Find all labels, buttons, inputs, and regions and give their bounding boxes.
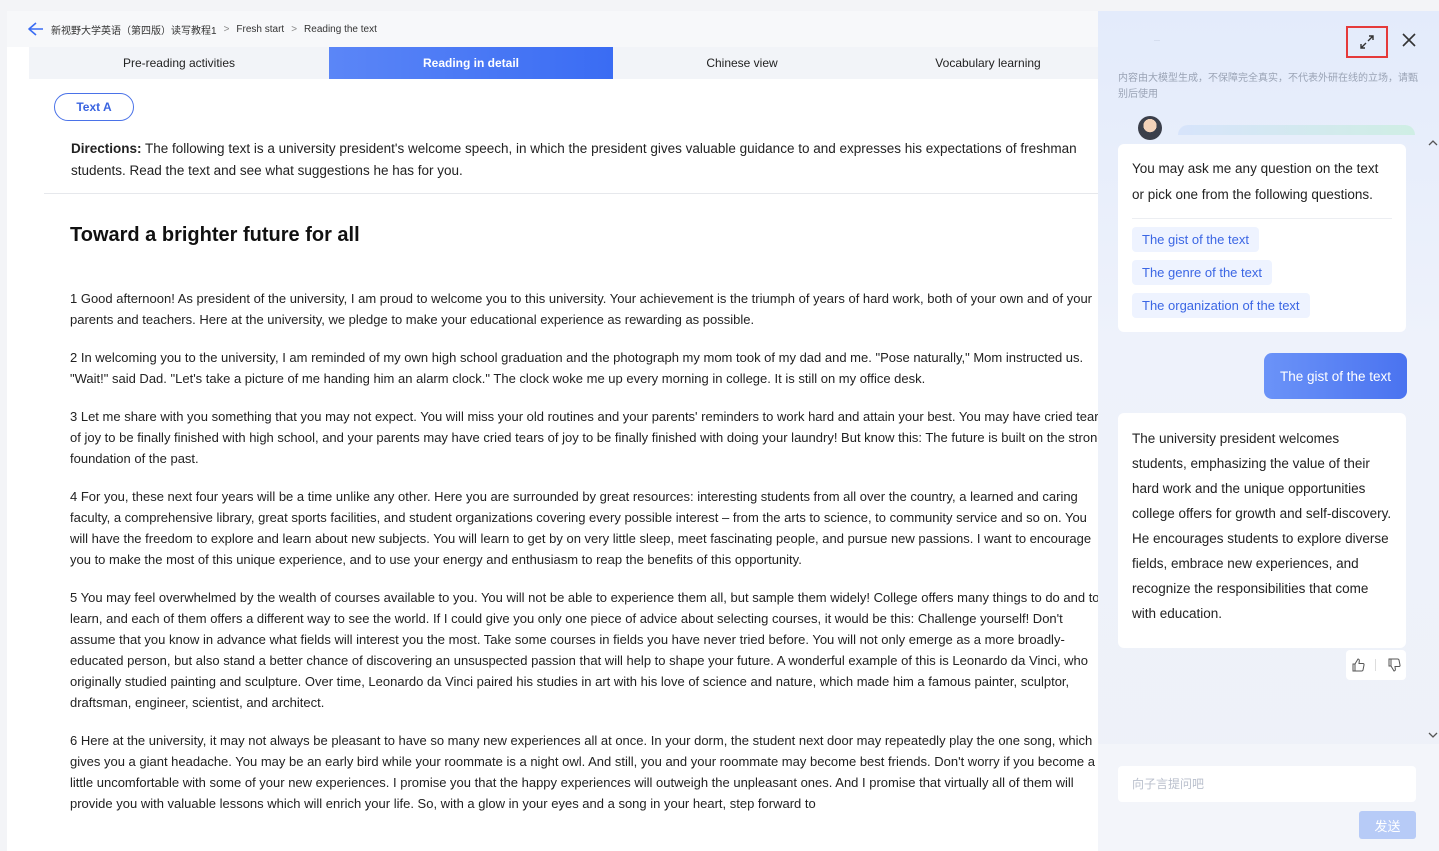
- user-message: The gist of the text: [1264, 353, 1407, 399]
- paragraph: 4 For you, these next four years will be…: [70, 489, 1092, 567]
- scroll-up-icon[interactable]: [1428, 139, 1438, 147]
- chat-input[interactable]: [1118, 766, 1416, 802]
- breadcrumb-item-current: Reading the text: [304, 23, 377, 35]
- assistant-header-bar: [1178, 125, 1415, 135]
- close-icon: [1402, 33, 1416, 47]
- paragraph: 5 You may feel overwhelmed by the wealth…: [70, 590, 1100, 710]
- breadcrumb-separator: >: [291, 23, 298, 35]
- section-tabs: Pre-reading activities Reading in detail…: [29, 47, 1105, 79]
- paragraph: 2 In welcoming you to the university, I …: [70, 350, 1084, 386]
- scroll-down-icon[interactable]: [1428, 731, 1438, 739]
- assistant-avatar: [1138, 116, 1162, 140]
- tab-chinese-view[interactable]: Chinese view: [613, 47, 871, 79]
- panel-logo-dots: ···: [1154, 38, 1160, 44]
- paragraph: 6 Here at the university, it may not alw…: [70, 733, 1095, 811]
- paragraph: 3 Let me share with you something that y…: [70, 409, 1106, 466]
- breadcrumb: 新视野大学英语（第四版）读写教程1 > Fresh start > Readin…: [7, 11, 1107, 47]
- divider: [44, 193, 1107, 194]
- tab-vocabulary-learning[interactable]: Vocabulary learning: [871, 47, 1105, 79]
- intro-divider: [1132, 218, 1392, 219]
- thumbs-down-icon[interactable]: [1387, 658, 1401, 672]
- answer-text: The university president welcomes studen…: [1132, 431, 1392, 621]
- assistant-intro-message: You may ask me any question on the text …: [1118, 144, 1406, 332]
- ai-chat-panel: ··· 内容由大模型生成，不保障完全真实，不代表外研在线的立场，请甄别后使用 Y…: [1098, 11, 1439, 851]
- directions-label: Directions:: [71, 141, 142, 156]
- tab-pre-reading[interactable]: Pre-reading activities: [29, 47, 329, 79]
- expand-icon: [1360, 35, 1374, 49]
- feedback-divider: [1375, 659, 1377, 671]
- expand-button[interactable]: [1346, 26, 1388, 58]
- breadcrumb-item-unit[interactable]: Fresh start: [236, 24, 284, 35]
- suggestion-genre[interactable]: The genre of the text: [1132, 260, 1272, 285]
- assistant-answer-message: The university president welcomes studen…: [1118, 413, 1406, 648]
- breadcrumb-separator: >: [223, 23, 230, 35]
- directions-text: The following text is a university presi…: [71, 141, 1077, 178]
- feedback-controls: [1346, 650, 1406, 680]
- article-body: 1 Good afternoon! As president of the un…: [70, 288, 1106, 831]
- intro-text: You may ask me any question on the text …: [1132, 161, 1379, 202]
- send-button[interactable]: 发送: [1359, 811, 1416, 839]
- suggestion-gist[interactable]: The gist of the text: [1132, 227, 1259, 252]
- suggestion-organization[interactable]: The organization of the text: [1132, 293, 1310, 318]
- thumbs-up-icon[interactable]: [1351, 658, 1365, 672]
- article-title: Toward a brighter future for all: [70, 224, 360, 246]
- paragraph: 1 Good afternoon! As president of the un…: [70, 291, 1093, 327]
- breadcrumb-item-book[interactable]: 新视野大学英语（第四版）读写教程1: [51, 22, 217, 37]
- text-a-button[interactable]: Text A: [54, 93, 134, 121]
- close-button[interactable]: [1397, 28, 1421, 52]
- back-arrow-icon[interactable]: [27, 21, 45, 37]
- ai-disclaimer: 内容由大模型生成，不保障完全真实，不代表外研在线的立场，请甄别后使用: [1118, 73, 1418, 100]
- tab-reading-in-detail[interactable]: Reading in detail: [329, 47, 613, 79]
- directions: Directions: The following text is a univ…: [71, 138, 1107, 182]
